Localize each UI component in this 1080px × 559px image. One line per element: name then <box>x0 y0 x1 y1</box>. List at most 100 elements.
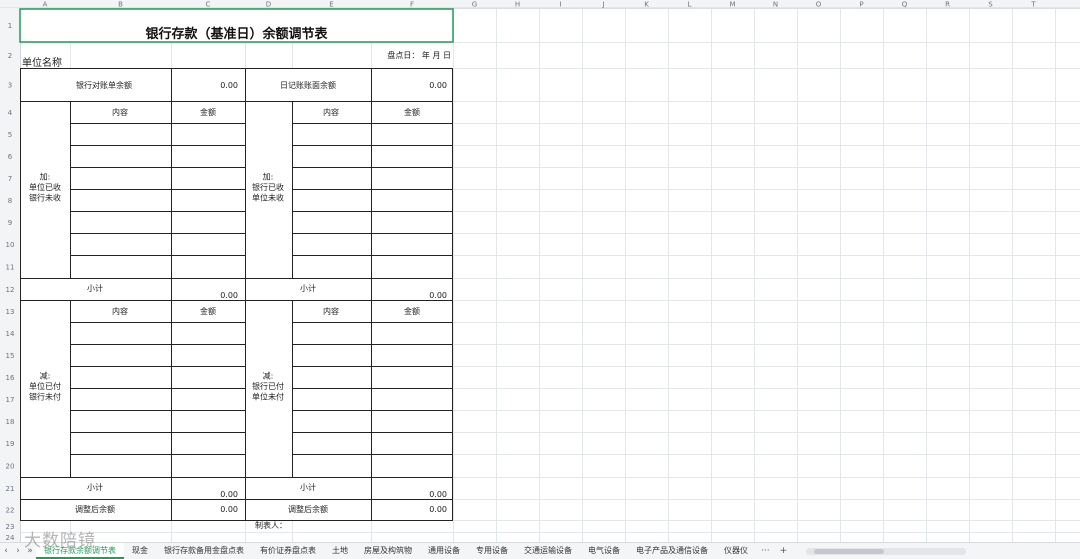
column-header-i[interactable]: I <box>559 1 561 9</box>
scrollbar-thumb[interactable] <box>814 548 885 554</box>
row-header-23[interactable]: 23 <box>6 523 15 531</box>
column-header-n[interactable]: N <box>773 1 778 9</box>
horizontal-scrollbar[interactable] <box>806 547 967 555</box>
row-header-7[interactable]: 7 <box>8 175 12 183</box>
add-left-label: 银行未收 <box>29 193 61 203</box>
row-header-2[interactable]: 2 <box>8 52 12 60</box>
content-header: 内容 <box>112 107 128 117</box>
less-left-label: 单位已付 <box>29 381 61 391</box>
less-left-label: 银行未付 <box>29 392 61 402</box>
subtotal-value: 0.00 <box>220 291 238 300</box>
tab-scroll-left-icon[interactable]: ‹ <box>0 546 12 556</box>
adjusted-balance-label: 调整后余额 <box>75 504 115 514</box>
spreadsheet-grid[interactable]: A B C D E F G H I J K L M N O P Q R S T12345678910111213141… <box>0 0 1080 559</box>
add-right-label: 单位未收 <box>252 193 284 203</box>
column-header-p[interactable]: P <box>859 1 863 9</box>
column-header-g[interactable]: G <box>472 1 477 9</box>
row-header-1[interactable]: 1 <box>8 22 12 30</box>
sheet-tab[interactable]: 现金 <box>124 543 156 559</box>
tab-scroll-last-icon[interactable]: » <box>24 546 36 556</box>
unit-name-label: 单位名称 <box>22 56 62 69</box>
ledger-balance-label: 日记账账面余额 <box>280 80 336 90</box>
sheet-tab[interactable]: 电子产品及通信设备 <box>628 543 716 559</box>
row-header-15[interactable]: 15 <box>6 352 15 360</box>
column-header-j[interactable]: J <box>601 1 604 9</box>
sheet-tab[interactable]: 交通运输设备 <box>516 543 580 559</box>
column-header-m[interactable]: M <box>729 1 735 9</box>
less-right-label: 减: <box>263 371 274 381</box>
row-header-9[interactable]: 9 <box>8 219 12 227</box>
sheet-tab[interactable]: 银行存款备用金盘点表 <box>156 543 252 559</box>
column-header-b[interactable]: B <box>118 1 123 9</box>
row-header-4[interactable]: 4 <box>8 109 13 117</box>
column-header-r[interactable]: R <box>945 1 950 9</box>
adjusted-balance-value: 0.00 <box>429 505 447 514</box>
row-header-13[interactable]: 13 <box>6 308 15 316</box>
add-left-label: 单位已收 <box>29 182 61 192</box>
subtotal-label: 小计 <box>300 482 316 492</box>
row-header-17[interactable]: 17 <box>6 396 15 404</box>
sheet-tab[interactable]: 有价证券盘点表 <box>252 543 324 559</box>
sheet-tab-bar: ‹ › » 银行存款余额调节表 现金 银行存款备用金盘点表 有价证券盘点表 土地 房屋及构… <box>0 542 1080 559</box>
column-header-c[interactable]: C <box>206 1 211 9</box>
column-header-d[interactable]: D <box>266 1 271 9</box>
tab-active-sheet[interactable]: 银行存款余额调节表 <box>36 543 124 559</box>
row-header-6[interactable]: 6 <box>8 153 13 161</box>
column-header-f[interactable]: F <box>410 1 414 9</box>
row-header-24[interactable]: 24 <box>6 534 15 542</box>
amount-header: 金额 <box>200 107 216 117</box>
sheet-tab[interactable]: 仪器仪 <box>716 543 756 559</box>
row-header-21[interactable]: 21 <box>6 485 15 493</box>
sheet-tabs: 银行存款余额调节表 现金 银行存款备用金盘点表 有价证券盘点表 土地 房屋及构筑物 通用设备… <box>36 543 756 559</box>
add-sheet-button[interactable]: + <box>775 546 793 556</box>
add-right-label: 银行已收 <box>252 182 284 192</box>
amount-header: 金额 <box>404 306 420 316</box>
row-header-8[interactable]: 8 <box>8 197 12 205</box>
sheet-tab[interactable]: 专用设备 <box>468 543 516 559</box>
bank-statement-balance-label: 银行对账单余额 <box>76 80 132 90</box>
row-header-22[interactable]: 22 <box>6 507 15 515</box>
content-header: 内容 <box>323 107 339 117</box>
column-header-e[interactable]: E <box>329 1 333 9</box>
bank-statement-balance-value: 0.00 <box>220 81 238 90</box>
amount-header: 金额 <box>200 306 216 316</box>
row-header-11[interactable]: 11 <box>6 264 15 272</box>
sheet-tab[interactable]: 电气设备 <box>580 543 628 559</box>
column-header-a[interactable]: A <box>43 1 48 9</box>
row-header-19[interactable]: 19 <box>6 440 15 448</box>
row-header-18[interactable]: 18 <box>6 418 15 426</box>
more-tabs-button[interactable]: ··· <box>756 546 775 556</box>
less-right-label: 单位未付 <box>252 392 284 402</box>
column-header-o[interactable]: O <box>816 1 822 9</box>
column-header-bar <box>0 0 1080 8</box>
column-header-h[interactable]: H <box>515 1 520 9</box>
column-header-t[interactable]: T <box>1030 1 1036 9</box>
adjusted-balance-label: 调整后余额 <box>288 504 328 514</box>
row-header-14[interactable]: 14 <box>6 330 15 338</box>
content-header: 内容 <box>323 306 339 316</box>
sheet-title: 银行存款（基准日）余额调节表 <box>145 26 328 42</box>
column-header-k[interactable]: K <box>644 1 649 9</box>
less-right-label: 银行已付 <box>252 381 284 391</box>
row-header-16[interactable]: 16 <box>6 374 15 382</box>
count-date-label: 盘点日： 年 月 日 <box>387 50 451 60</box>
column-header-l[interactable]: L <box>688 1 692 9</box>
row-header-3[interactable]: 3 <box>8 82 12 90</box>
ledger-balance-value: 0.00 <box>429 81 447 90</box>
subtotal-label: 小计 <box>87 283 103 293</box>
sheet-tab[interactable]: 土地 <box>324 543 356 559</box>
content-header: 内容 <box>112 306 128 316</box>
column-header-q[interactable]: Q <box>902 1 908 9</box>
row-header-5[interactable]: 5 <box>8 131 12 139</box>
subtotal-value: 0.00 <box>220 490 238 499</box>
row-header-12[interactable]: 12 <box>6 286 15 294</box>
row-header-10[interactable]: 10 <box>6 241 15 249</box>
add-left-label: 加: <box>40 172 51 182</box>
column-header-s[interactable]: S <box>988 1 993 9</box>
sheet-tab[interactable]: 通用设备 <box>420 543 468 559</box>
sheet-tab[interactable]: 房屋及构筑物 <box>356 543 420 559</box>
row-header-20[interactable]: 20 <box>6 463 15 471</box>
tab-scroll-right-icon[interactable]: › <box>12 546 24 556</box>
subtotal-label: 小计 <box>300 283 316 293</box>
subtotal-label: 小计 <box>87 482 103 492</box>
